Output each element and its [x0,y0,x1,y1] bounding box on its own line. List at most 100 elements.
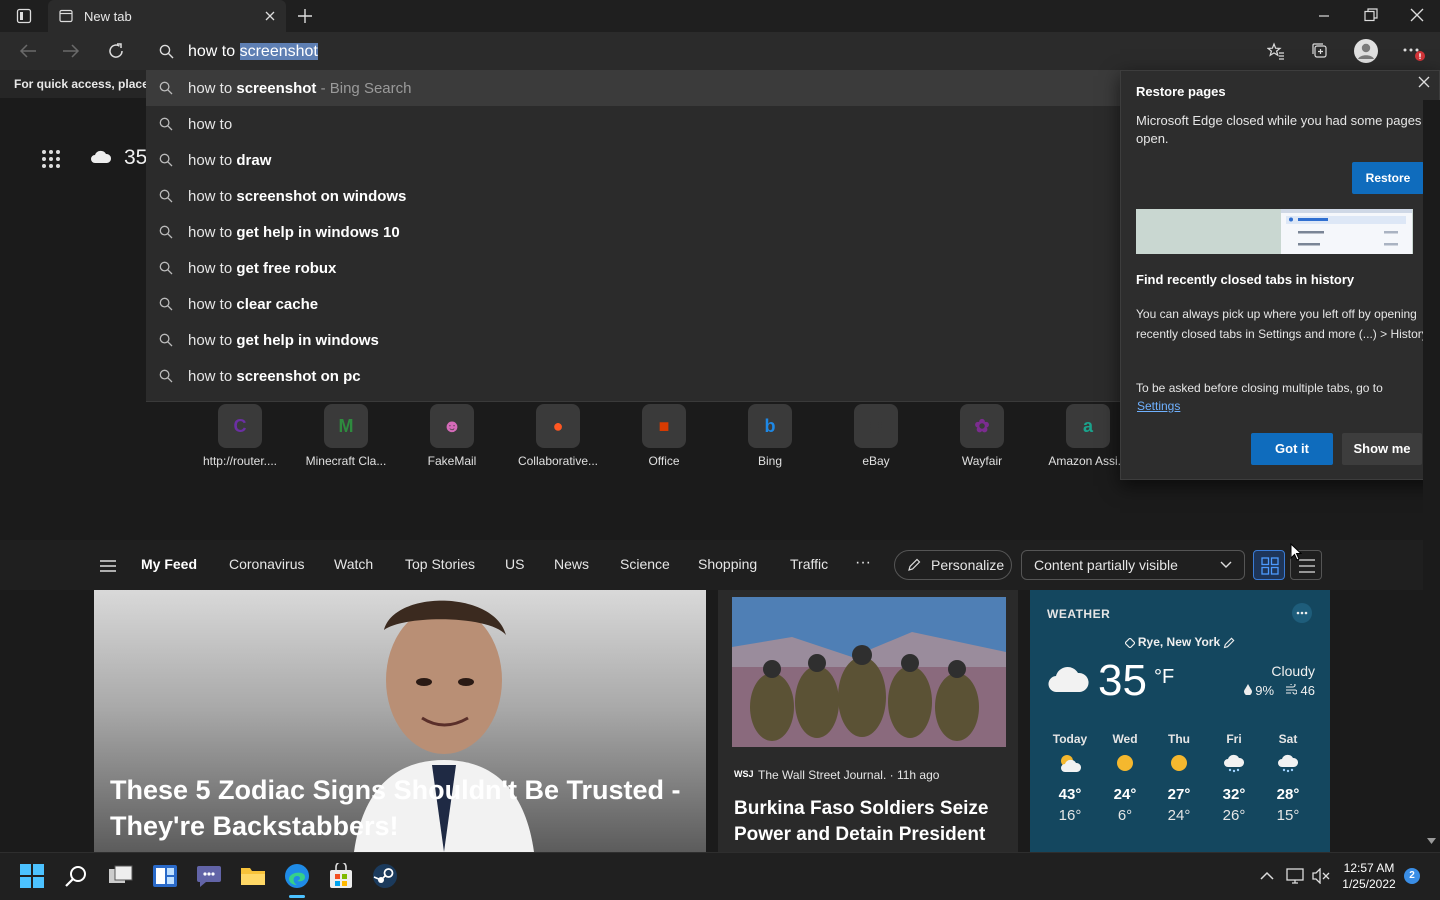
suggestion-item[interactable]: how to get free robux [146,250,1120,286]
quick-link-tile[interactable]: ▦ eBay [826,402,926,477]
network-icon[interactable] [1286,868,1304,884]
profile-avatar[interactable] [1354,39,1378,63]
suggestion-item[interactable]: how to screenshot on pc [146,358,1120,394]
quick-link-tile[interactable]: ✿ Wayfair [932,402,1032,477]
forecast-high: 24° [1113,786,1137,803]
quick-link-tile[interactable]: ☻ FakeMail [402,402,502,477]
forecast-high: 27° [1167,786,1191,803]
site-glyph: ✿ [974,415,990,436]
file-explorer-icon[interactable] [238,861,268,891]
suggestion-item[interactable]: how to screenshot - Bing Search [146,70,1120,106]
quick-link-tile[interactable]: ■ Office [614,402,714,477]
forecast-day[interactable]: Today 43° 16° [1043,732,1097,824]
volume-muted-icon[interactable] [1312,868,1330,884]
close-popup-icon[interactable] [1417,75,1431,89]
teams-chat-icon[interactable] [194,861,224,891]
widgets-icon[interactable] [150,861,180,891]
page-scrollbar[interactable] [1423,100,1440,852]
wsj-logo: WSJ [734,769,754,779]
suggestion-prefix: how to [188,296,237,313]
got-it-button[interactable]: Got it [1251,433,1333,465]
settings-more-icon[interactable] [1402,42,1428,62]
microsoft-store-icon[interactable] [326,861,356,891]
suggestion-item[interactable]: how to clear cache [146,286,1120,322]
close-tab-icon[interactable] [264,10,276,22]
address-bar[interactable]: how to screenshot [146,35,1250,68]
feed-tab[interactable]: News [554,556,589,572]
restore-window-icon[interactable] [1364,8,1378,22]
suggestion-item[interactable]: how to get help in windows [146,322,1120,358]
task-view-icon[interactable] [106,861,136,891]
favorites-icon[interactable] [1267,42,1285,60]
news-card-secondary[interactable]: WSJ The Wall Street Journal. · 11h ago B… [718,590,1018,852]
show-hidden-icons-chevron-icon[interactable] [1260,871,1274,880]
suggestion-item[interactable]: how to draw [146,142,1120,178]
feed-tab[interactable]: US [505,556,524,572]
news-card-featured[interactable]: These 5 Zodiac Signs Shouldn't Be Truste… [94,590,706,852]
quick-link-tile[interactable]: ● Collaborative... [508,402,608,477]
quick-link-tile[interactable]: Chttp://router.... [190,402,290,477]
tab-new-tab[interactable]: New tab [48,0,286,32]
feed-tab[interactable]: Watch [334,556,373,572]
quick-link-label: Wayfair [961,454,1003,468]
suggestion-source: - Bing Search [316,80,412,97]
grid-layout-button[interactable] [1253,550,1285,580]
address-suggestions: how to screenshot - Bing Search how to how… [146,70,1120,402]
weather-more-button[interactable] [1292,603,1312,623]
suggestion-completion: get free robux [236,260,337,277]
suggestion-item[interactable]: how to screenshot on windows [146,178,1120,214]
system-clock[interactable]: 12:57 AM 1/25/2022 [1338,860,1400,892]
edge-browser-icon[interactable] [282,861,312,891]
minimize-icon[interactable] [1318,10,1330,22]
steam-icon[interactable] [370,861,400,891]
favorites-bar-hint: For quick access, place y [0,70,146,98]
forward-icon[interactable] [62,43,80,59]
scroll-down-arrow-icon[interactable] [1427,838,1436,844]
weather-peek-temp[interactable]: 35 [124,146,147,170]
temp-unit[interactable]: °F [1154,666,1174,689]
feed-more-button[interactable]: ··· [855,554,871,572]
suggestion-item[interactable]: how to [146,106,1120,142]
content-visibility-value: Content partially visible [1034,557,1178,573]
forecast-day[interactable]: Thu 27° 24° [1152,732,1206,824]
feed-tab[interactable]: Top Stories [405,556,475,572]
refresh-icon[interactable] [107,42,125,60]
suggestion-item[interactable]: how to get help in windows 10 [146,214,1120,250]
new-tab-icon[interactable] [297,8,313,24]
settings-link[interactable]: Settings [1137,399,1180,413]
article-photo [732,597,1006,747]
site-icon: b [748,404,792,448]
apps-launcher-icon[interactable] [40,148,62,170]
forecast-day[interactable]: Fri 32° 26° [1207,732,1261,824]
feed-tab[interactable]: Coronavirus [229,556,304,572]
feed-tab[interactable]: Shopping [698,556,757,572]
quick-link-label: Collaborative... [517,454,599,468]
feed-tab[interactable]: Science [620,556,670,572]
article-source: The Wall Street Journal. · 11h ago [758,768,940,782]
forecast-day[interactable]: Sat 28° 15° [1261,732,1315,824]
partly-sunny-icon [1043,746,1097,780]
feed-tab[interactable]: Traffic [790,556,828,572]
back-icon[interactable] [19,43,37,59]
tab-actions-icon[interactable] [16,8,32,24]
suggestion-text: how to screenshot on windows [188,188,406,205]
forecast-day[interactable]: Wed 24° 6° [1098,732,1152,824]
feed-tab[interactable]: My Feed [141,556,197,572]
personalize-button[interactable]: Personalize [894,550,1012,580]
notification-count-badge[interactable]: 2 [1404,868,1420,884]
hamburger-menu-icon[interactable] [99,559,117,573]
quick-link-tile[interactable]: b Bing [720,402,820,477]
weather-location[interactable]: Rye, New York [1030,635,1330,649]
collections-icon[interactable] [1311,42,1329,60]
taskbar-search-icon[interactable] [61,861,91,891]
close-window-icon[interactable] [1410,8,1424,22]
address-input-text[interactable]: how to screenshot [188,43,318,61]
show-me-button[interactable]: Show me [1342,433,1422,465]
start-windows-icon[interactable] [17,861,47,891]
content-visibility-select[interactable]: Content partially visible [1021,550,1245,580]
restore-button[interactable]: Restore [1352,162,1424,194]
search-icon [159,117,173,131]
edit-location-icon[interactable] [1223,637,1235,649]
quick-link-tile[interactable]: M Minecraft Cla... [296,402,396,477]
weather-card[interactable]: WEATHER Rye, New York 35 °F Cloudy 9% 46… [1030,590,1330,852]
